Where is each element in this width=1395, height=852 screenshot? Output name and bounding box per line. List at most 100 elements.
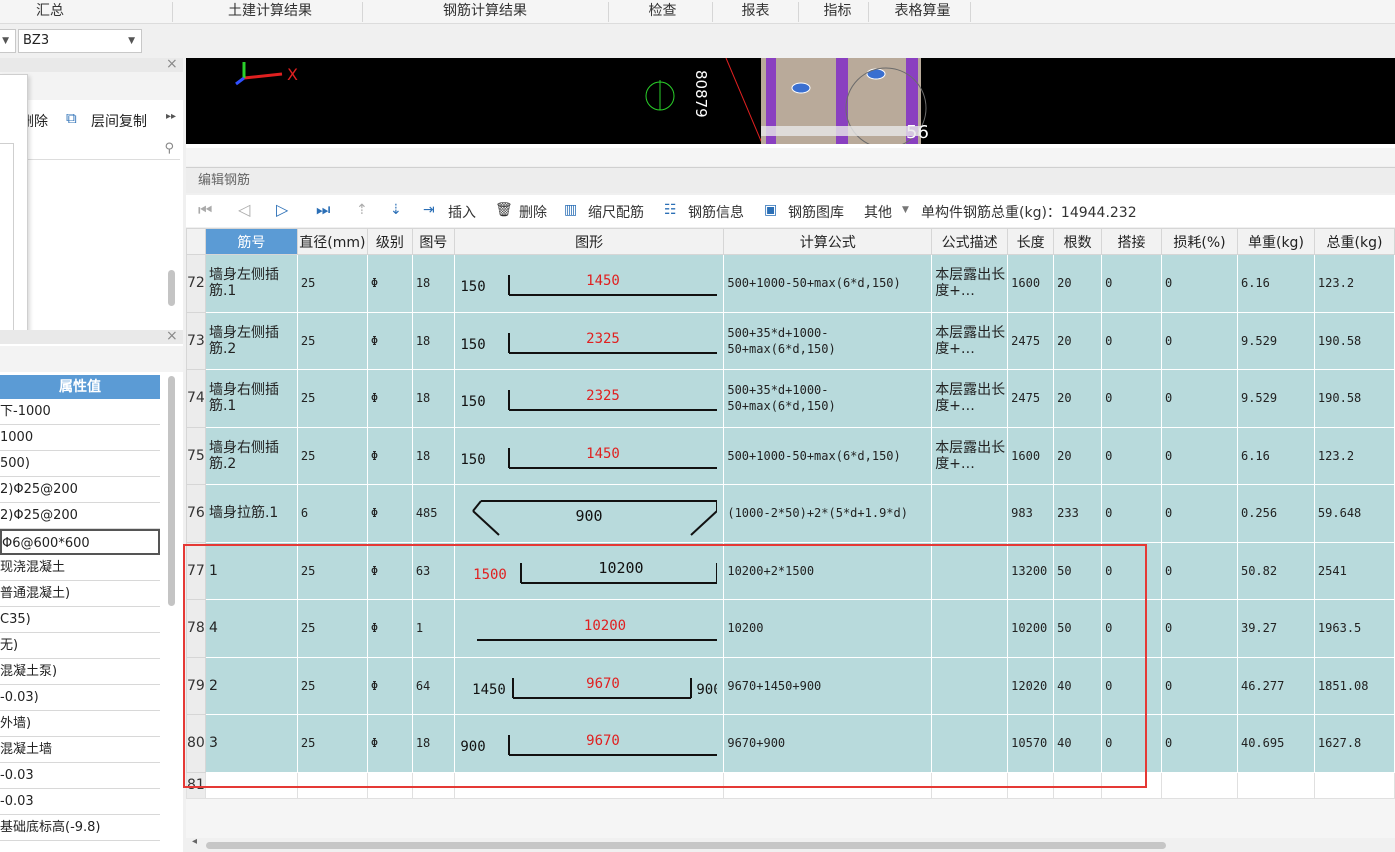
column-header[interactable]: 直径(mm) — [296, 228, 368, 255]
splitter[interactable] — [186, 148, 1395, 166]
menu-check[interactable]: 检查 — [635, 0, 690, 24]
close-icon[interactable]: × — [166, 56, 178, 72]
length-cell[interactable]: 10200 — [1007, 599, 1055, 658]
diameter-cell[interactable]: 25 — [296, 541, 368, 600]
total-weight-cell[interactable]: 1963.5 — [1313, 599, 1395, 658]
lap-cell[interactable]: 0 — [1101, 541, 1163, 600]
formula-cell[interactable]: 500+1000-50+max(6*d,150) — [723, 426, 933, 485]
formula-cell[interactable]: 9670+1450+900 — [723, 656, 933, 715]
row-number-cell[interactable]: 81 — [186, 771, 206, 799]
diameter-cell[interactable]: 25 — [296, 369, 368, 428]
unit-weight-cell[interactable]: 9.529 — [1236, 311, 1315, 370]
figure-number-cell[interactable]: 485 — [411, 484, 455, 543]
column-header[interactable]: 总重(kg) — [1313, 228, 1395, 255]
diameter-cell[interactable]: 25 — [296, 599, 368, 658]
formula-desc-cell[interactable]: 本层露出长度+… — [931, 311, 1009, 370]
formula-desc-cell[interactable]: 本层露出长度+… — [931, 254, 1009, 313]
bar-name-cell[interactable]: 4 — [204, 599, 298, 658]
formula-cell[interactable]: 10200 — [723, 599, 933, 658]
rebar-shape-cell[interactable]: 10200 — [453, 599, 725, 658]
count-cell[interactable]: 50 — [1053, 541, 1103, 600]
property-value-cell[interactable]: 1000 — [0, 425, 160, 451]
menu-rebar-results[interactable]: 钢筋计算结果 — [425, 0, 545, 24]
formula-desc-cell[interactable] — [931, 599, 1009, 658]
unit-weight-cell[interactable]: 6.16 — [1236, 254, 1315, 313]
last-record-icon[interactable]: ⏭ — [316, 200, 330, 220]
empty-cell[interactable] — [1101, 771, 1163, 799]
other-menu-button[interactable]: 其他 — [864, 202, 892, 222]
length-cell[interactable]: 2475 — [1007, 369, 1055, 428]
row-number-cell[interactable]: 80 — [186, 714, 206, 773]
lap-cell[interactable]: 0 — [1101, 254, 1163, 313]
formula-desc-cell[interactable] — [931, 656, 1009, 715]
rebar-shape-cell[interactable]: 150 1450 — [453, 254, 725, 313]
grade-cell[interactable]: Φ — [366, 311, 413, 370]
formula-desc-cell[interactable] — [931, 484, 1009, 543]
row-number-cell[interactable]: 76 — [186, 484, 206, 543]
grade-cell[interactable]: Φ — [366, 484, 413, 543]
total-weight-cell[interactable]: 123.2 — [1313, 426, 1395, 485]
table-row[interactable]: 72 墙身左侧插筋.1 25 Φ 18 150 1450 500+1000-50+max(6*… — [186, 254, 1395, 313]
scrollbar-thumb[interactable] — [206, 842, 1166, 849]
empty-cell[interactable] — [1007, 771, 1055, 799]
column-header[interactable]: 级别 — [366, 228, 413, 255]
empty-cell[interactable] — [366, 771, 413, 799]
table-row[interactable]: 76 墙身拉筋.1 6 Φ 485 900 (1000-2*50)+2*(5*d+1.9*d… — [186, 484, 1395, 543]
unit-weight-cell[interactable]: 40.695 — [1236, 714, 1315, 773]
delete-row-button[interactable]: 删除 — [519, 202, 547, 222]
lap-cell[interactable]: 0 — [1101, 484, 1163, 543]
count-cell[interactable]: 20 — [1053, 254, 1103, 313]
loss-cell[interactable]: 0 — [1161, 254, 1238, 313]
unit-weight-cell[interactable]: 0.256 — [1236, 484, 1315, 543]
lap-cell[interactable]: 0 — [1101, 311, 1163, 370]
floor-copy-button[interactable]: 层间复制 — [91, 111, 147, 131]
first-record-icon[interactable]: ⏮ — [198, 200, 212, 220]
menu-civil-results[interactable]: 土建计算结果 — [210, 0, 330, 24]
table-row[interactable]: 75 墙身右侧插筋.2 25 Φ 18 150 1450 500+1000-50+max(6*… — [186, 426, 1395, 485]
grade-cell[interactable]: Φ — [366, 369, 413, 428]
table-row[interactable]: 78 4 25 Φ 1 10200 10200 10200 50 0 0 39.27 1963.5 — [186, 599, 1395, 658]
grade-cell[interactable]: Φ — [366, 714, 413, 773]
more-icon[interactable]: ▸▸ — [166, 111, 176, 122]
bar-name-cell[interactable]: 墙身右侧插筋.1 — [204, 369, 298, 428]
menu-summary[interactable]: 汇总 — [20, 0, 80, 24]
property-value-cell[interactable]: 混凝土泵) — [0, 659, 160, 685]
column-header[interactable]: 搭接 — [1101, 228, 1163, 255]
loss-cell[interactable]: 0 — [1161, 656, 1238, 715]
rebar-shape-cell[interactable]: 1450 9670 900 — [453, 656, 725, 715]
rebar-shape-cell[interactable]: 900 — [453, 484, 725, 543]
menu-table-calc[interactable]: 表格算量 — [880, 0, 965, 24]
loss-cell[interactable]: 0 — [1161, 714, 1238, 773]
empty-cell[interactable] — [1313, 771, 1395, 799]
menu-report[interactable]: 报表 — [728, 0, 783, 24]
property-value-cell[interactable]: 混凝土墙 — [0, 737, 160, 763]
figure-number-cell[interactable]: 18 — [411, 426, 455, 485]
diameter-cell[interactable]: 25 — [296, 311, 368, 370]
grade-cell[interactable]: Φ — [366, 541, 413, 600]
column-header[interactable]: 长度 — [1007, 228, 1055, 255]
formula-cell[interactable]: (1000-2*50)+2*(5*d+1.9*d) — [723, 484, 933, 543]
row-number-cell[interactable]: 79 — [186, 656, 206, 715]
move-down-icon[interactable]: ⇣ — [390, 202, 402, 218]
column-header[interactable] — [186, 228, 206, 255]
property-value-cell[interactable]: 无) — [0, 633, 160, 659]
lap-cell[interactable]: 0 — [1101, 599, 1163, 658]
rebar-library-button[interactable]: 钢筋图库 — [788, 202, 844, 222]
property-value-cell[interactable]: -0.03 — [0, 763, 160, 789]
column-header[interactable]: 图形 — [453, 228, 725, 255]
length-cell[interactable]: 1600 — [1007, 254, 1055, 313]
figure-number-cell[interactable]: 64 — [411, 656, 455, 715]
move-up-icon[interactable]: ⇡ — [356, 202, 368, 218]
column-header[interactable]: 损耗(%) — [1161, 228, 1238, 255]
unit-weight-cell[interactable]: 9.529 — [1236, 369, 1315, 428]
formula-cell[interactable]: 10200+2*1500 — [723, 541, 933, 600]
rebar-info-button[interactable]: 钢筋信息 — [688, 202, 744, 222]
figure-number-cell[interactable]: 63 — [411, 541, 455, 600]
row-number-cell[interactable]: 77 — [186, 541, 206, 600]
total-weight-cell[interactable]: 1851.08 — [1313, 656, 1395, 715]
property-value-cell[interactable]: Φ6@600*600 — [0, 529, 160, 555]
count-cell[interactable]: 20 — [1053, 369, 1103, 428]
table-row[interactable]: 74 墙身右侧插筋.1 25 Φ 18 150 2325 500+35*d+1000-50+m… — [186, 369, 1395, 428]
count-cell[interactable]: 40 — [1053, 656, 1103, 715]
total-weight-cell[interactable]: 1627.8 — [1313, 714, 1395, 773]
